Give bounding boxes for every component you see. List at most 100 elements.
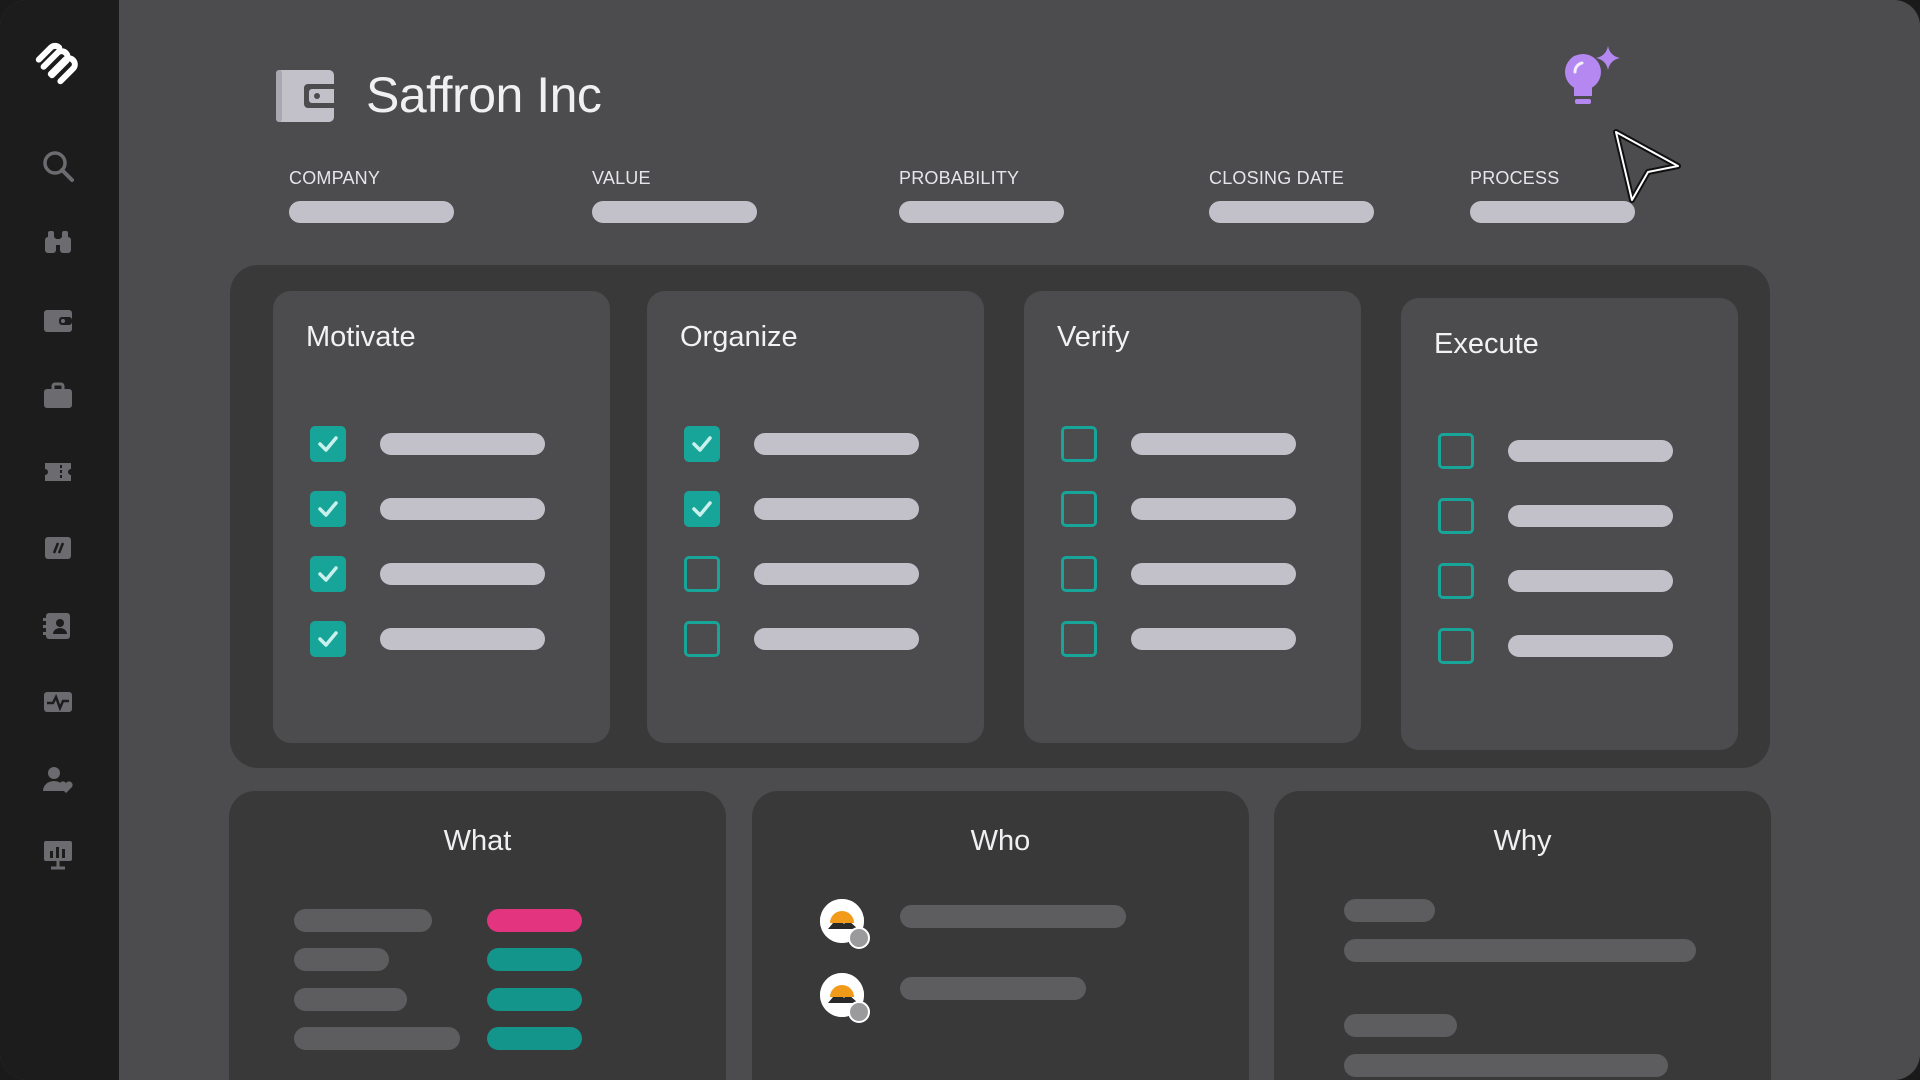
task-item[interactable]: [310, 491, 570, 527]
checkbox-checked[interactable]: [684, 491, 720, 527]
task-label-placeholder: [1131, 628, 1296, 650]
checkmark-icon: [318, 566, 338, 582]
task-item[interactable]: [310, 621, 570, 657]
field-value-placeholder[interactable]: [899, 201, 1064, 223]
task-item[interactable]: [1061, 621, 1321, 657]
checkbox-checked[interactable]: [310, 426, 346, 462]
checkbox-checked[interactable]: [310, 491, 346, 527]
checkmark-icon: [692, 501, 712, 517]
stage-card-execute: Execute: [1401, 298, 1738, 750]
task-label-placeholder: [1131, 563, 1296, 585]
task-label-placeholder: [754, 563, 919, 585]
contact-card-icon[interactable]: [34, 602, 82, 650]
field-value-placeholder[interactable]: [1470, 201, 1635, 223]
task-label-placeholder: [1508, 635, 1673, 657]
task-item[interactable]: [1438, 563, 1698, 599]
logo-icon[interactable]: [34, 38, 82, 86]
status-tag[interactable]: [487, 988, 582, 1011]
task-item[interactable]: [1438, 498, 1698, 534]
ai-idea-icon[interactable]: [1548, 42, 1628, 122]
stage-title: Organize: [680, 321, 798, 353]
placeholder-line: [1344, 1014, 1457, 1037]
wallet-icon[interactable]: [34, 296, 82, 344]
avatar[interactable]: [820, 899, 870, 949]
checkbox-unchecked[interactable]: [1061, 491, 1097, 527]
checkbox-checked[interactable]: [310, 556, 346, 592]
checkbox-unchecked[interactable]: [1061, 426, 1097, 462]
stage-card-motivate: Motivate: [273, 291, 610, 743]
field-value-placeholder[interactable]: [289, 201, 454, 223]
placeholder-line: [294, 1027, 460, 1050]
status-tag[interactable]: [487, 909, 582, 932]
field-closing-date: CLOSING DATE: [1209, 168, 1374, 223]
card-title: Who: [970, 825, 1031, 857]
field-value: VALUE: [592, 168, 757, 223]
checkbox-checked[interactable]: [684, 426, 720, 462]
checkbox-unchecked[interactable]: [1438, 433, 1474, 469]
checkmark-icon: [318, 436, 338, 452]
task-label-placeholder: [1508, 570, 1673, 592]
field-process: PROCESS: [1470, 168, 1635, 223]
slash-tag-icon[interactable]: [34, 524, 82, 572]
task-label-placeholder: [754, 433, 919, 455]
task-label-placeholder: [1131, 433, 1296, 455]
task-item[interactable]: [1061, 426, 1321, 462]
task-label-placeholder: [380, 498, 545, 520]
task-label-placeholder: [754, 628, 919, 650]
presentation-chart-icon[interactable]: [34, 830, 82, 878]
placeholder-line: [900, 905, 1126, 928]
field-label: VALUE: [592, 168, 651, 188]
user-heart-icon[interactable]: [34, 756, 82, 804]
placeholder-line: [1344, 1054, 1668, 1077]
task-label-placeholder: [754, 498, 919, 520]
avatar-small: [848, 1001, 870, 1023]
who-card: Who: [752, 791, 1249, 1080]
avatar-small: [848, 927, 870, 949]
checkmark-icon: [318, 631, 338, 647]
field-value-placeholder[interactable]: [592, 201, 757, 223]
placeholder-line: [900, 977, 1086, 1000]
sidebar: [0, 0, 119, 1080]
search-icon[interactable]: [34, 142, 82, 190]
field-value-placeholder[interactable]: [1209, 201, 1374, 223]
task-item[interactable]: [310, 426, 570, 462]
checkbox-unchecked[interactable]: [1061, 621, 1097, 657]
stage-title: Motivate: [306, 321, 416, 353]
field-probability: PROBABILITY: [899, 168, 1064, 223]
task-item[interactable]: [684, 556, 944, 592]
task-item[interactable]: [1438, 433, 1698, 469]
avatar[interactable]: [820, 973, 870, 1023]
checkbox-unchecked[interactable]: [1438, 628, 1474, 664]
task-item[interactable]: [684, 621, 944, 657]
field-label: CLOSING DATE: [1209, 168, 1345, 188]
field-label: COMPANY: [289, 168, 381, 188]
task-item[interactable]: [1438, 628, 1698, 664]
task-label-placeholder: [380, 628, 545, 650]
checkmark-icon: [692, 436, 712, 452]
checkbox-checked[interactable]: [310, 621, 346, 657]
ticket-icon[interactable]: [34, 448, 82, 496]
field-label: PROCESS: [1470, 168, 1560, 188]
task-item[interactable]: [1061, 556, 1321, 592]
binoculars-icon[interactable]: [34, 218, 82, 266]
checkbox-unchecked[interactable]: [684, 556, 720, 592]
task-item[interactable]: [684, 426, 944, 462]
task-label-placeholder: [1131, 498, 1296, 520]
task-item[interactable]: [310, 556, 570, 592]
status-tag[interactable]: [487, 948, 582, 971]
stage-title: Execute: [1434, 328, 1539, 360]
task-item[interactable]: [1061, 491, 1321, 527]
status-tag[interactable]: [487, 1027, 582, 1050]
stage-title: Verify: [1057, 321, 1130, 353]
briefcase-icon[interactable]: [34, 372, 82, 420]
placeholder-line: [1344, 899, 1435, 922]
checkbox-unchecked[interactable]: [1438, 498, 1474, 534]
checkbox-unchecked[interactable]: [684, 621, 720, 657]
checkbox-unchecked[interactable]: [1061, 556, 1097, 592]
activity-icon[interactable]: [34, 678, 82, 726]
task-label-placeholder: [1508, 505, 1673, 527]
card-title: Why: [1493, 825, 1552, 857]
checkbox-unchecked[interactable]: [1438, 563, 1474, 599]
why-card: Why: [1274, 791, 1771, 1080]
task-item[interactable]: [684, 491, 944, 527]
